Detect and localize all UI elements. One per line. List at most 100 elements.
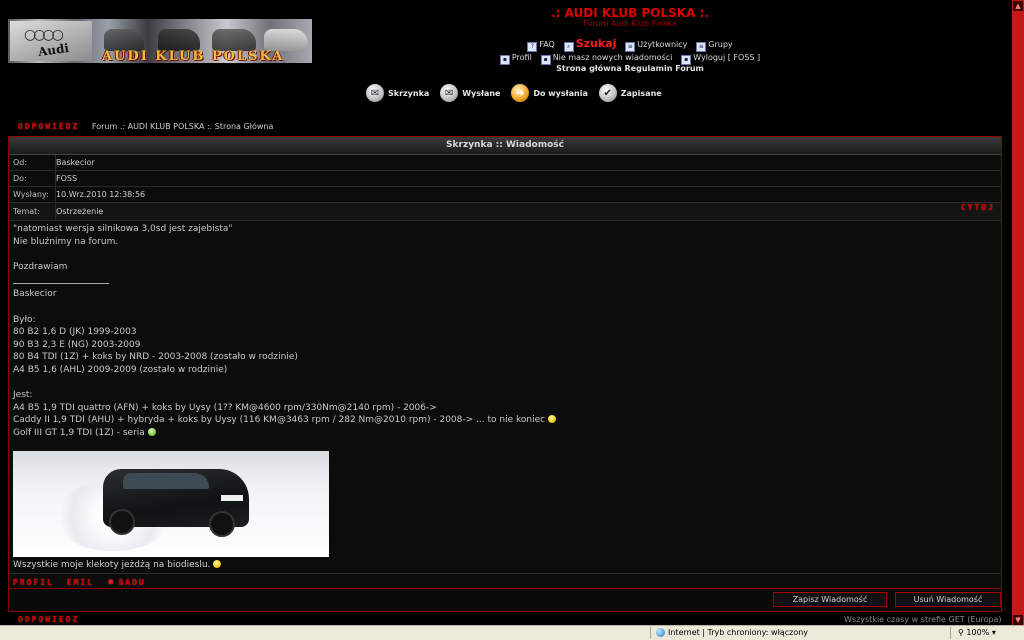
browser-statusbar: Internet | Tryb chroniony: włączony ⚲ 10… xyxy=(0,625,1024,640)
delete-message-button[interactable]: Usuń Wiadomość xyxy=(895,592,1001,607)
wheel xyxy=(109,509,135,535)
audi-rings-icon: ○○○○ xyxy=(24,27,64,43)
signature-end: Wszystkie moje klekoty jeżdżą na biodies… xyxy=(13,560,222,570)
globe-icon xyxy=(656,628,665,637)
site-logo-banner[interactable]: ○○○○ Audi AUDI KLUB POLSKA xyxy=(8,19,312,63)
sent-label: Wysłany: xyxy=(13,190,49,199)
inbox-icon: ✉ xyxy=(366,84,384,102)
car-photo-thumb xyxy=(264,29,308,51)
from-label: Od: xyxy=(13,158,28,167)
gadu-button[interactable]: GADU xyxy=(118,578,145,587)
status-separator xyxy=(650,627,651,639)
panel-footer: Zapisz Wiadomość Usuń Wiadomość xyxy=(9,588,1001,611)
nav-home-rules[interactable]: Strona główna Regulamin Forum xyxy=(430,64,830,73)
reply-button-bottom[interactable]: ODPOWIEDZ xyxy=(18,615,79,624)
body-line xyxy=(13,248,993,261)
banner-title: AUDI KLUB POLSKA xyxy=(102,49,285,63)
nav-users[interactable]: ≡ Użytkownicy xyxy=(625,40,687,52)
signature-name: Baskecior xyxy=(13,289,57,300)
signature-car-photo xyxy=(13,451,329,557)
to-user: FOSS xyxy=(56,174,78,183)
scroll-up-icon[interactable]: ▲ xyxy=(1013,1,1023,11)
car-photo-thumb xyxy=(212,29,256,51)
saved-icon: ✔ xyxy=(598,84,617,102)
folder-saved[interactable]: ✔ Zapisane xyxy=(598,84,662,102)
body-line: Nie bluźnimy na forum. xyxy=(13,236,119,247)
security-zone[interactable]: Internet | Tryb chroniony: włączony xyxy=(656,628,808,637)
timezone-note: Wszystkie czasy w strefie GET (Europa) xyxy=(844,615,1002,624)
signature-line xyxy=(13,377,993,390)
zoom-control[interactable]: ⚲ 100% ▾ xyxy=(958,628,996,637)
zone-text: Internet | Tryb chroniony: włączony xyxy=(668,628,809,637)
to-label: Do: xyxy=(13,174,27,183)
reply-button[interactable]: ODPOWIEDZ xyxy=(18,122,79,131)
signature-line: Caddy II 1,9 TDI (AHU) + hybryda + koks … xyxy=(13,414,993,427)
signature-text: Caddy II 1,9 TDI (AHU) + hybryda + koks … xyxy=(13,415,546,426)
site-subtitle: Forum Audi Klub Polska xyxy=(583,19,677,28)
profile-button[interactable]: PROFIL xyxy=(13,578,54,587)
breadcrumb-link[interactable]: Forum .: AUDI KLUB POLSKA :. Strona Głów… xyxy=(92,122,273,131)
page-scrollbar[interactable]: ▲ ▼ xyxy=(1012,0,1024,626)
from-user[interactable]: Baskecior xyxy=(56,158,95,167)
meta-sent-row: Wysłany: 10.Wrz.2010 12:38:56 xyxy=(9,187,1001,203)
nav-groups[interactable]: ≡ Grupy xyxy=(696,40,733,52)
save-message-button[interactable]: Zapisz Wiadomość xyxy=(773,592,887,607)
footer-reply-row: ODPOWIEDZ xyxy=(18,615,85,624)
message-panel: Skrzynka :: Wiadomość Od: Baskecior Do: … xyxy=(8,136,1002,612)
folder-sent[interactable]: ✉ Wysłane xyxy=(440,84,500,102)
quote-button[interactable]: CYTUJ xyxy=(961,203,995,212)
gadu-gadu-icon: ✸ xyxy=(106,578,115,588)
status-separator xyxy=(950,627,951,639)
sick-smiley-icon xyxy=(147,427,156,436)
signature-divider xyxy=(13,275,109,285)
subject-value: Ostrzeżenie xyxy=(55,203,1001,220)
signature-text: Golf III GT 1,9 TDI (1Z) - seria xyxy=(13,427,145,438)
body-line: Pozdrawiam xyxy=(13,261,68,272)
main-nav: ? FAQ ⌕ Szukaj ≡ Użytkownicy ≡ Grupy xyxy=(430,37,830,52)
audi-logo-text: Audi xyxy=(37,40,70,60)
signature-line: Golf III GT 1,9 TDI (1Z) - seria xyxy=(13,427,993,440)
folder-inbox[interactable]: ✉ Skrzynka xyxy=(366,84,429,102)
car-photo-thumb xyxy=(104,29,144,51)
folder-outbox[interactable]: ➜ Do wysłania xyxy=(511,84,588,102)
users-icon: ≡ xyxy=(625,42,636,52)
signature-line: 90 B3 2,3 E (NG) 2003-2009 xyxy=(13,339,141,350)
smiley-icon xyxy=(213,560,222,568)
to-value: FOSS xyxy=(55,171,1001,186)
pm-folder-bar: ✉ Skrzynka ✉ Wysłane ➜ Do wysłania ✔ Zapisan… xyxy=(366,84,670,106)
signature-line: 80 B2 1,6 D (JK) 1999-2003 xyxy=(13,327,137,338)
panel-title: Skrzynka :: Wiadomość xyxy=(9,137,1001,155)
signature-line xyxy=(13,301,993,314)
audi-logo-badge: ○○○○ Audi xyxy=(10,21,92,61)
subject-text: Ostrzeżenie xyxy=(56,207,104,216)
signature-end-text: Wszystkie moje klekoty jeżdżą na biodies… xyxy=(13,560,211,570)
scroll-down-icon[interactable]: ▼ xyxy=(1013,615,1023,625)
from-value: Baskecior xyxy=(55,155,1001,170)
car-window xyxy=(123,473,209,489)
help-icon: ? xyxy=(527,42,538,52)
signature-line: A4 B5 1,6 (AHL) 2009-2009 (zostało w rod… xyxy=(13,364,228,375)
sent-icon: ✉ xyxy=(440,84,459,102)
wheel xyxy=(209,511,235,537)
nav-search[interactable]: ⌕ Szukaj xyxy=(563,37,616,52)
arrow-right-icon: ➜ xyxy=(511,84,530,102)
groups-icon: ≡ xyxy=(696,42,707,52)
sent-date: 10.Wrz.2010 12:38:56 xyxy=(56,190,146,199)
email-button[interactable]: EMIL xyxy=(67,578,94,587)
body-line: "natomiast wersja silnikowa 3,0sd jest z… xyxy=(13,224,233,234)
meta-from-row: Od: Baskecior xyxy=(9,155,1001,171)
engine-photo-thumb xyxy=(158,29,200,51)
subject-label: Temat: xyxy=(13,207,40,216)
confused-smiley-icon xyxy=(548,415,557,424)
breadcrumb: ODPOWIEDZ Forum .: AUDI KLUB POLSKA :. S… xyxy=(18,122,273,131)
meta-to-row: Do: FOSS xyxy=(9,171,1001,187)
meta-subject-row: Temat: Ostrzeżenie CYTUJ xyxy=(9,203,1001,221)
message-body: "natomiast wersja silnikowa 3,0sd jest z… xyxy=(13,223,993,440)
sent-value: 10.Wrz.2010 12:38:56 xyxy=(55,187,1001,202)
nav-faq[interactable]: ? FAQ xyxy=(527,40,555,52)
signature-line: 80 B4 TDI (1Z) + koks by NRD - 2003-2008… xyxy=(13,352,298,363)
signature-line: A4 B5 1,9 TDI quattro (AFN) + koks by Uy… xyxy=(13,402,437,413)
signature-line: Było: xyxy=(13,314,36,325)
site-title[interactable]: .: AUDI KLUB POLSKA :. xyxy=(430,6,830,20)
signature-line: Jest: xyxy=(13,390,33,401)
